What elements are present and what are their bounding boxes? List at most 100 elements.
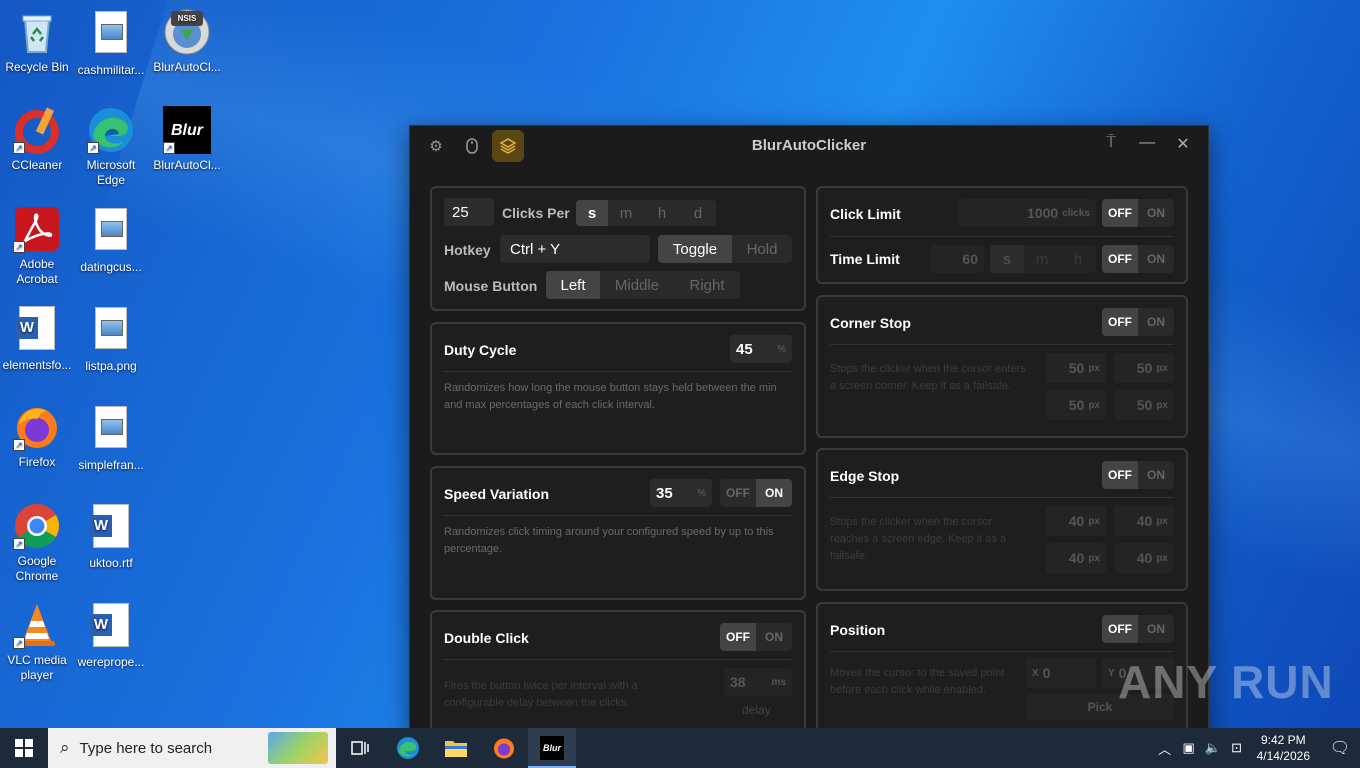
edge-stop-bottom-input[interactable]: 40 px xyxy=(1046,543,1106,573)
clock[interactable]: 9:42 PM 4/14/2026 xyxy=(1257,732,1310,764)
desktop-icon-elementsfo[interactable]: W elementsfo... xyxy=(0,304,74,373)
desktop-icon-cashmilitar[interactable]: cashmilitar... xyxy=(74,8,148,78)
toggle-off[interactable]: OFF xyxy=(720,479,756,507)
mouse-button-right[interactable]: Right xyxy=(674,271,740,299)
edge-stop-left-input[interactable]: 40 px xyxy=(1114,543,1174,573)
mouse-button-selector[interactable]: Left Middle Right xyxy=(546,271,740,299)
y-label: Y xyxy=(1108,667,1115,679)
unit-hours[interactable]: h xyxy=(644,200,680,226)
mode-toggle[interactable]: Toggle xyxy=(658,235,732,263)
double-click-delay-input[interactable]: 38 ms xyxy=(724,668,792,696)
desktop-icon-listpa[interactable]: listpa.png xyxy=(74,304,148,374)
time-limit-input[interactable]: 60 xyxy=(930,245,984,273)
desktop-icon-adobe-acrobat[interactable]: ↗ Adobe Acrobat xyxy=(0,205,74,287)
clicks-count-input[interactable]: 25 xyxy=(444,198,494,226)
close-button[interactable]: ✕ xyxy=(1172,134,1194,154)
desktop-icon-label: datingcus... xyxy=(80,260,142,274)
unit-minutes[interactable]: m xyxy=(608,200,644,226)
corner-stop-top-right-input[interactable]: 50 px xyxy=(1114,353,1174,383)
network-icon[interactable]: ⊡ xyxy=(1225,740,1249,756)
start-button[interactable] xyxy=(0,728,48,768)
desktop-icon-blurautoclicker-shortcut[interactable]: Blur ↗ BlurAutoCl... xyxy=(150,106,224,173)
shortcut-arrow-icon: ↗ xyxy=(87,142,99,154)
desktop-icon-datingcus[interactable]: datingcus... xyxy=(74,205,148,275)
toggle-off[interactable]: OFF xyxy=(1102,245,1138,273)
image-file-icon xyxy=(87,406,135,454)
desktop-icon-recycle-bin[interactable]: Recycle Bin xyxy=(0,8,74,75)
desktop-icon-label: cashmilitar... xyxy=(77,63,145,77)
position-toggle[interactable]: OFF ON xyxy=(1102,615,1174,643)
minimize-button[interactable]: — xyxy=(1136,134,1158,154)
mouse-icon[interactable] xyxy=(456,130,488,162)
unit-days[interactable]: d xyxy=(680,200,716,226)
settings-gear-icon[interactable]: ⚙ xyxy=(420,130,452,162)
clock-time: 9:42 PM xyxy=(1260,733,1306,747)
desktop-icon-microsoft-edge[interactable]: ↗ Microsoft Edge xyxy=(74,106,148,188)
edge-stop-right-input[interactable]: 40 px xyxy=(1114,506,1174,536)
firefox-icon: ↗ xyxy=(13,403,61,451)
firefox-taskbar-icon[interactable] xyxy=(480,728,528,768)
file-explorer-icon[interactable] xyxy=(432,728,480,768)
edge-stop-top-input[interactable]: 40 px xyxy=(1046,506,1106,536)
desktop-icon-wereprope[interactable]: W wereprope... xyxy=(74,601,148,670)
clicks-per-unit-selector[interactable]: s m h d xyxy=(576,200,716,226)
chevron-up-icon[interactable]: ︿ xyxy=(1153,739,1177,758)
taskbar-search-box[interactable]: ⌕ Type here to search xyxy=(48,728,336,768)
desktop-icon-google-chrome[interactable]: ↗ Google Chrome xyxy=(0,502,74,584)
toggle-on[interactable]: ON xyxy=(1138,308,1174,336)
click-limit-toggle[interactable]: OFF ON xyxy=(1102,199,1174,227)
corner-stop-bottom-left-input[interactable]: 50 px xyxy=(1046,390,1106,420)
layers-icon[interactable] xyxy=(492,130,524,162)
toggle-on[interactable]: ON xyxy=(1138,615,1174,643)
unit-seconds[interactable]: s xyxy=(576,200,608,226)
duty-cycle-input[interactable]: 45 % xyxy=(730,335,792,363)
notifications-icon[interactable]: 🗨 xyxy=(1320,738,1360,758)
position-x-input[interactable]: X 0 xyxy=(1026,658,1096,688)
mode-hold[interactable]: Hold xyxy=(732,235,792,263)
volume-icon[interactable]: 🔈 xyxy=(1201,740,1225,756)
unit-minutes[interactable]: m xyxy=(1024,245,1060,273)
desktop-icon-ccleaner[interactable]: ↗ CCleaner xyxy=(0,106,74,173)
toggle-off[interactable]: OFF xyxy=(1102,615,1138,643)
title-bar[interactable]: ⚙ xyxy=(410,126,1208,166)
unit-seconds[interactable]: s xyxy=(990,245,1024,273)
toggle-off[interactable]: OFF xyxy=(720,623,756,651)
toggle-off[interactable]: OFF xyxy=(1102,308,1138,336)
speed-variation-panel: Speed Variation 35 % OFF ON Randomizes c… xyxy=(430,466,806,600)
time-limit-unit-selector[interactable]: s m h xyxy=(990,245,1096,273)
mouse-button-left[interactable]: Left xyxy=(546,271,600,299)
toggle-off[interactable]: OFF xyxy=(1102,199,1138,227)
edge-taskbar-icon[interactable] xyxy=(384,728,432,768)
blur-taskbar-icon[interactable]: Blur xyxy=(528,728,576,768)
toggle-off[interactable]: OFF xyxy=(1102,461,1138,489)
desktop-icon-vlc[interactable]: ↗ VLC media player xyxy=(0,601,74,683)
toggle-on[interactable]: ON xyxy=(1138,461,1174,489)
corner-stop-toggle[interactable]: OFF ON xyxy=(1102,308,1174,336)
click-limit-input[interactable]: 1000 clicks xyxy=(958,199,1096,227)
toggle-on[interactable]: ON xyxy=(1138,199,1174,227)
desktop-icon-uktoo[interactable]: W uktoo.rtf xyxy=(74,502,148,571)
double-click-toggle[interactable]: OFF ON xyxy=(720,623,792,651)
desktop-icon-blurautoclicker-installer[interactable]: NSIS BlurAutoCl... xyxy=(150,8,224,75)
pin-icon[interactable]: ⍑ xyxy=(1100,134,1122,154)
value: 40 xyxy=(1068,550,1085,566)
speed-variation-input[interactable]: 35 % xyxy=(650,479,712,507)
corner-stop-bottom-right-input[interactable]: 50 px xyxy=(1114,390,1174,420)
desktop-icon-simplefran[interactable]: simplefran... xyxy=(74,403,148,473)
recycle-bin-icon xyxy=(13,8,61,56)
unit-hours[interactable]: h xyxy=(1060,245,1096,273)
edge-stop-toggle[interactable]: OFF ON xyxy=(1102,461,1174,489)
corner-stop-top-left-input[interactable]: 50 px xyxy=(1046,353,1106,383)
desktop-icon-firefox[interactable]: ↗ Firefox xyxy=(0,403,74,470)
mouse-button-middle[interactable]: Middle xyxy=(600,271,674,299)
hotkey-mode-selector[interactable]: Toggle Hold xyxy=(658,235,792,263)
value: 50 xyxy=(1068,360,1085,376)
speed-variation-toggle[interactable]: OFF ON xyxy=(720,479,792,507)
task-view-icon[interactable] xyxy=(336,728,384,768)
meet-now-icon[interactable]: ▣ xyxy=(1177,740,1201,756)
toggle-on[interactable]: ON xyxy=(1138,245,1174,273)
hotkey-input[interactable]: Ctrl + Y xyxy=(500,235,650,263)
toggle-on[interactable]: ON xyxy=(756,479,792,507)
time-limit-toggle[interactable]: OFF ON xyxy=(1102,245,1174,273)
toggle-on[interactable]: ON xyxy=(756,623,792,651)
